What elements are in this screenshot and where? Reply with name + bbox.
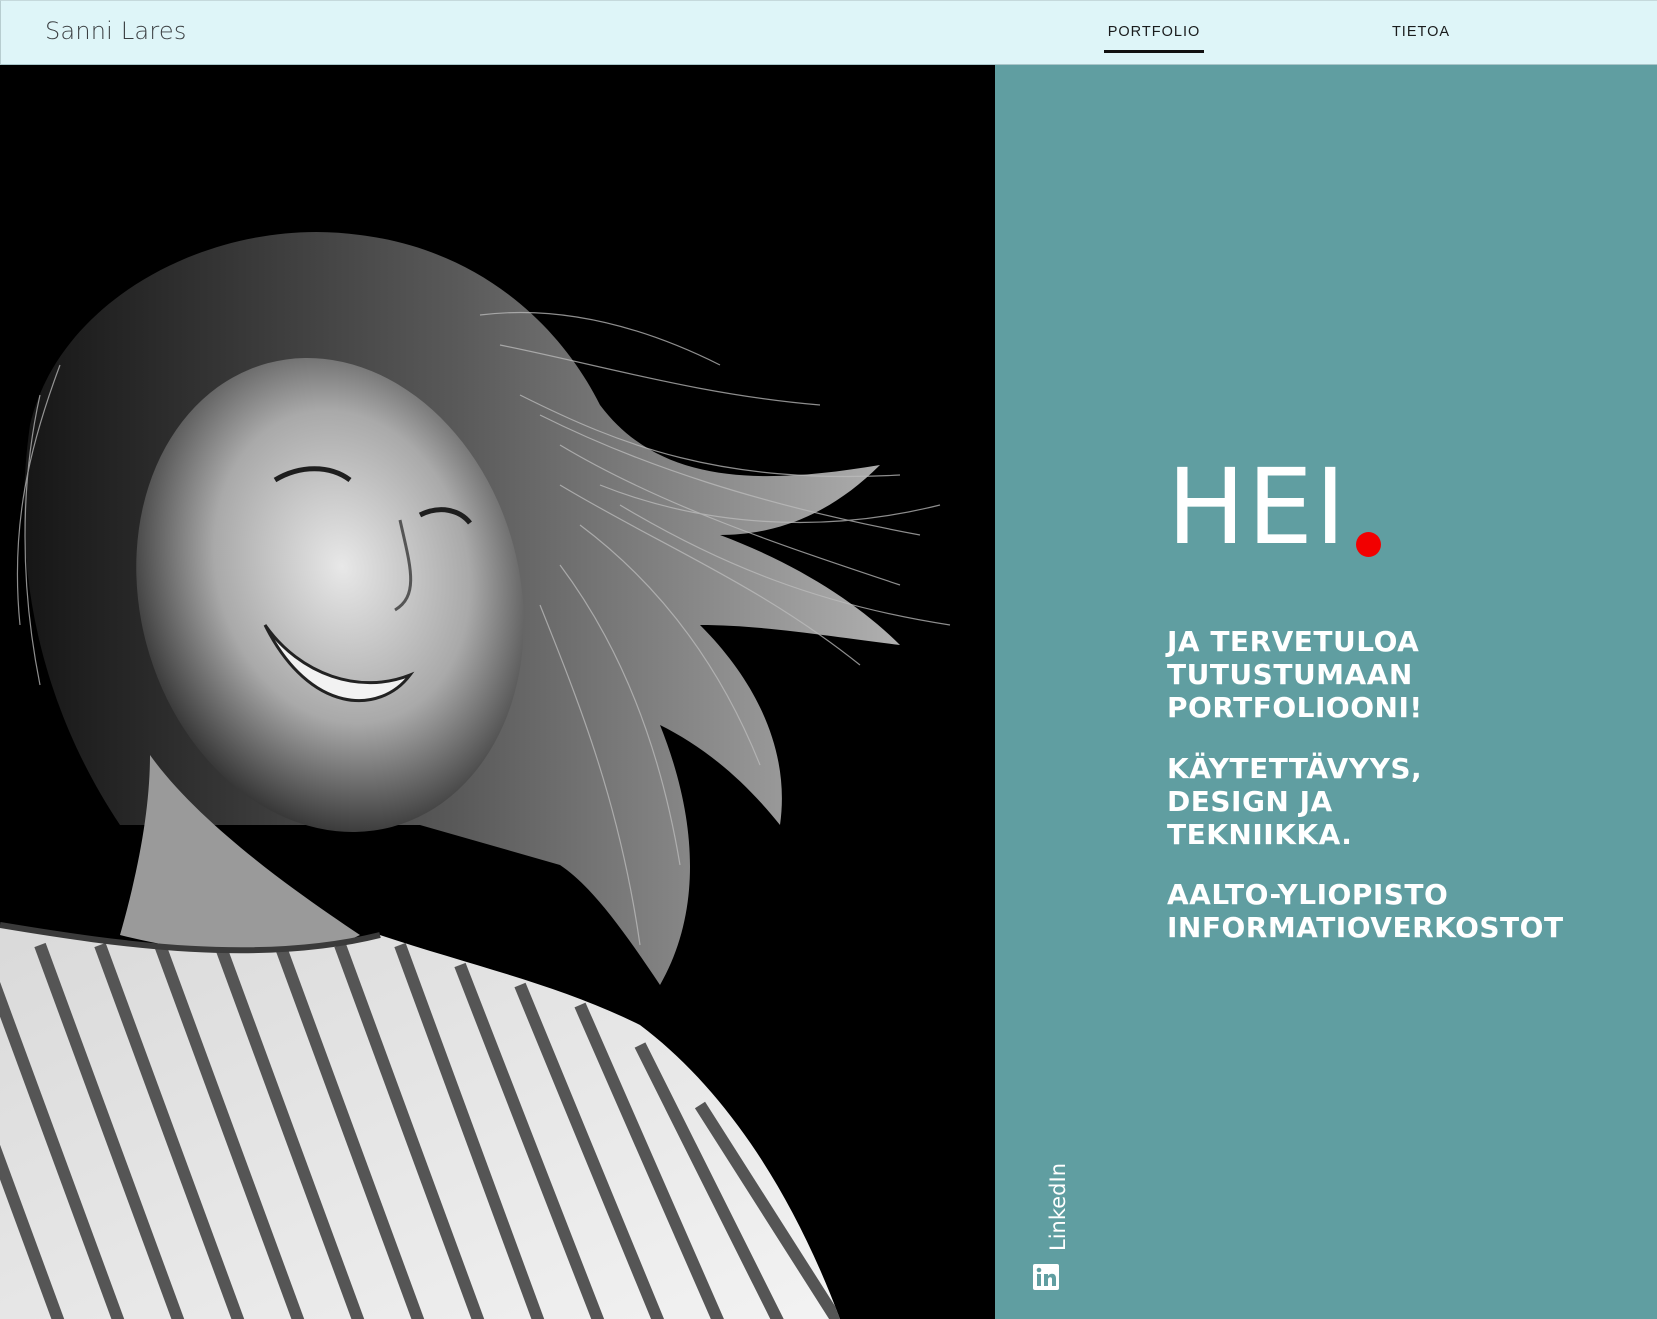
intro-line: PORTFOLIOONI! — [1167, 691, 1423, 724]
nav-link-portfolio[interactable]: PORTFOLIO — [1104, 24, 1204, 40]
page: Sanni Lares PORTFOLIO TIETOA HEI JA TERV… — [0, 0, 1657, 1319]
intro-panel: HEI JA TERVETULOA TUTUSTUMAAN PORTFOLIOO… — [995, 65, 1657, 1319]
intro-line: KÄYTETTÄVYYS, — [1167, 752, 1423, 785]
intro-line: AALTO-YLIOPISTO — [1167, 878, 1449, 911]
nav-link-tietoa[interactable]: TIETOA — [1391, 24, 1451, 40]
intro-line: JA TERVETULOA — [1167, 625, 1420, 658]
site-title-link[interactable]: Sanni Lares — [45, 17, 187, 45]
portrait-photo — [0, 65, 995, 1319]
intro-education-text: AALTO-YLIOPISTO INFORMATIOVERKOSTOT — [1167, 878, 1564, 944]
intro-line: TEKNIIKKA. — [1167, 818, 1353, 851]
linkedin-link[interactable]: LinkedIn — [1046, 1163, 1070, 1251]
greeting-heading: HEI — [1167, 446, 1348, 568]
linkedin-icon[interactable] — [1033, 1264, 1059, 1290]
portrait-illustration — [0, 65, 995, 1319]
intro-skills-text: KÄYTETTÄVYYS, DESIGN JA TEKNIIKKA. — [1167, 752, 1422, 851]
intro-line: TUTUSTUMAAN — [1167, 658, 1413, 691]
intro-line: INFORMATIOVERKOSTOT — [1167, 911, 1564, 944]
intro-welcome-text: JA TERVETULOA TUTUSTUMAAN PORTFOLIOONI! — [1167, 625, 1423, 724]
red-accent-dot — [1356, 532, 1381, 557]
top-navigation-bar: Sanni Lares PORTFOLIO TIETOA — [0, 0, 1657, 65]
active-nav-indicator — [1104, 50, 1204, 53]
intro-line: DESIGN JA — [1167, 785, 1333, 818]
